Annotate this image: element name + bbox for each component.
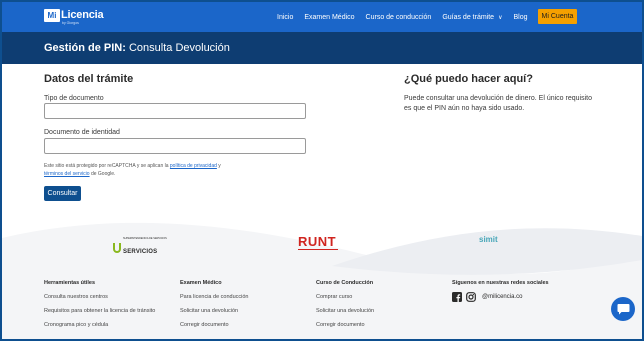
footer-col-course: Curso de Conducción Comprar curso Solici… (316, 280, 456, 328)
footer-link[interactable]: Comprar curso (316, 294, 456, 300)
footer-col-tools: Herramientas útiles Consulta nuestros ce… (44, 280, 184, 328)
doc-type-input[interactable] (44, 103, 306, 119)
logo-mark: Mi (44, 8, 60, 22)
recaptcha-text-1: Este sitio está protegido por reCAPTCHA … (44, 163, 170, 169)
logo-subtitle: by Giorgos (62, 21, 79, 25)
footer-col-heading: Examen Médico (180, 280, 222, 286)
runt-logo[interactable]: RUNT (298, 234, 336, 249)
nav-links: Inicio Examen Médico Curso de conducción… (277, 2, 538, 32)
nav-item-guias-label: Guías de trámite (442, 13, 495, 21)
instagram-icon[interactable] (466, 292, 476, 302)
info-body: Puede consultar una devolución de dinero… (404, 95, 592, 112)
footer-link[interactable]: Consulta nuestros centros (44, 294, 184, 300)
nav-item-curso[interactable]: Curso de conducción (366, 14, 432, 21)
terms-link[interactable]: términos del servicio (44, 171, 90, 177)
form-heading: Datos del trámite (44, 73, 134, 85)
social-handle: @milicencia.co (482, 294, 523, 300)
page-banner: Gestión de PIN: Consulta Devolución (2, 32, 642, 64)
chevron-down-icon: ∨ (498, 14, 503, 21)
page-title-rest: Consulta Devolución (128, 42, 230, 54)
doc-type-label: Tipo de documento (44, 95, 104, 102)
doc-id-label: Documento de identidad (44, 129, 120, 136)
info-heading: ¿Qué puedo hacer aquí? (404, 73, 533, 85)
footer-link[interactable]: Solicitar una devolución (180, 308, 320, 314)
privacy-policy-link[interactable]: política de privacidad (170, 163, 217, 169)
chat-button[interactable] (611, 297, 635, 321)
chat-icon (617, 304, 629, 315)
footer-link[interactable]: Corregir documento (180, 322, 320, 328)
footer-link[interactable]: Solicitar una devolución (316, 308, 456, 314)
recaptcha-text-2: y (216, 163, 221, 169)
footer-col-social: Síguenos en nuestras redes sociales @mil… (452, 280, 592, 302)
doc-id-input[interactable] (44, 138, 306, 154)
superservicios-text: SERVICIOS (123, 249, 158, 255)
footer-link[interactable]: Para licencia de conducción (180, 294, 320, 300)
footer-link[interactable]: Corregir documento (316, 322, 456, 328)
recaptcha-text-3: de Google. (89, 171, 116, 177)
footer-link[interactable]: Cronograma pico y cédula (44, 322, 184, 328)
simit-logo[interactable]: simit (479, 235, 498, 244)
nav-item-inicio[interactable]: Inicio (277, 14, 293, 21)
footer-col-heading: Herramientas útiles (44, 280, 96, 286)
nav-item-examen-medico[interactable]: Examen Médico (304, 14, 354, 21)
social-heading: Síguenos en nuestras redes sociales (452, 280, 549, 286)
footer-col-medical: Examen Médico Para licencia de conducció… (180, 280, 320, 328)
social-links: @milicencia.co (452, 292, 592, 302)
submit-button[interactable]: Consultar (44, 186, 81, 201)
nav-item-blog[interactable]: Blog (513, 14, 527, 21)
footer-link[interactable]: Requisitos para obtener la licencia de t… (44, 308, 184, 314)
superservicios-wordmark: SUPERINTENDENCIA DE SERVICIOS SERVICIOS (123, 237, 167, 258)
superservicios-top: SUPERINTENDENCIA DE SERVICIOS (123, 237, 167, 240)
footer-col-heading: Curso de Conducción (316, 280, 374, 286)
page-title: Gestión de PIN: Consulta Devolución (44, 42, 230, 54)
runt-underline (298, 249, 338, 250)
top-navbar: Mi Licencia by Giorgos Inicio Examen Méd… (2, 2, 642, 32)
page-title-bold: Gestión de PIN: (44, 42, 126, 54)
my-account-button[interactable]: Mi Cuenta (538, 9, 577, 24)
superservicios-mark (113, 242, 121, 253)
recaptcha-notice: Este sitio está protegido por reCAPTCHA … (44, 162, 274, 178)
logo-text: Licencia (61, 9, 104, 21)
superservicios-logo[interactable]: SUPERINTENDENCIA DE SERVICIOS SERVICIOS (113, 237, 167, 258)
nav-item-guias[interactable]: Guías de trámite ∨ (442, 14, 502, 21)
facebook-icon[interactable] (452, 292, 462, 302)
